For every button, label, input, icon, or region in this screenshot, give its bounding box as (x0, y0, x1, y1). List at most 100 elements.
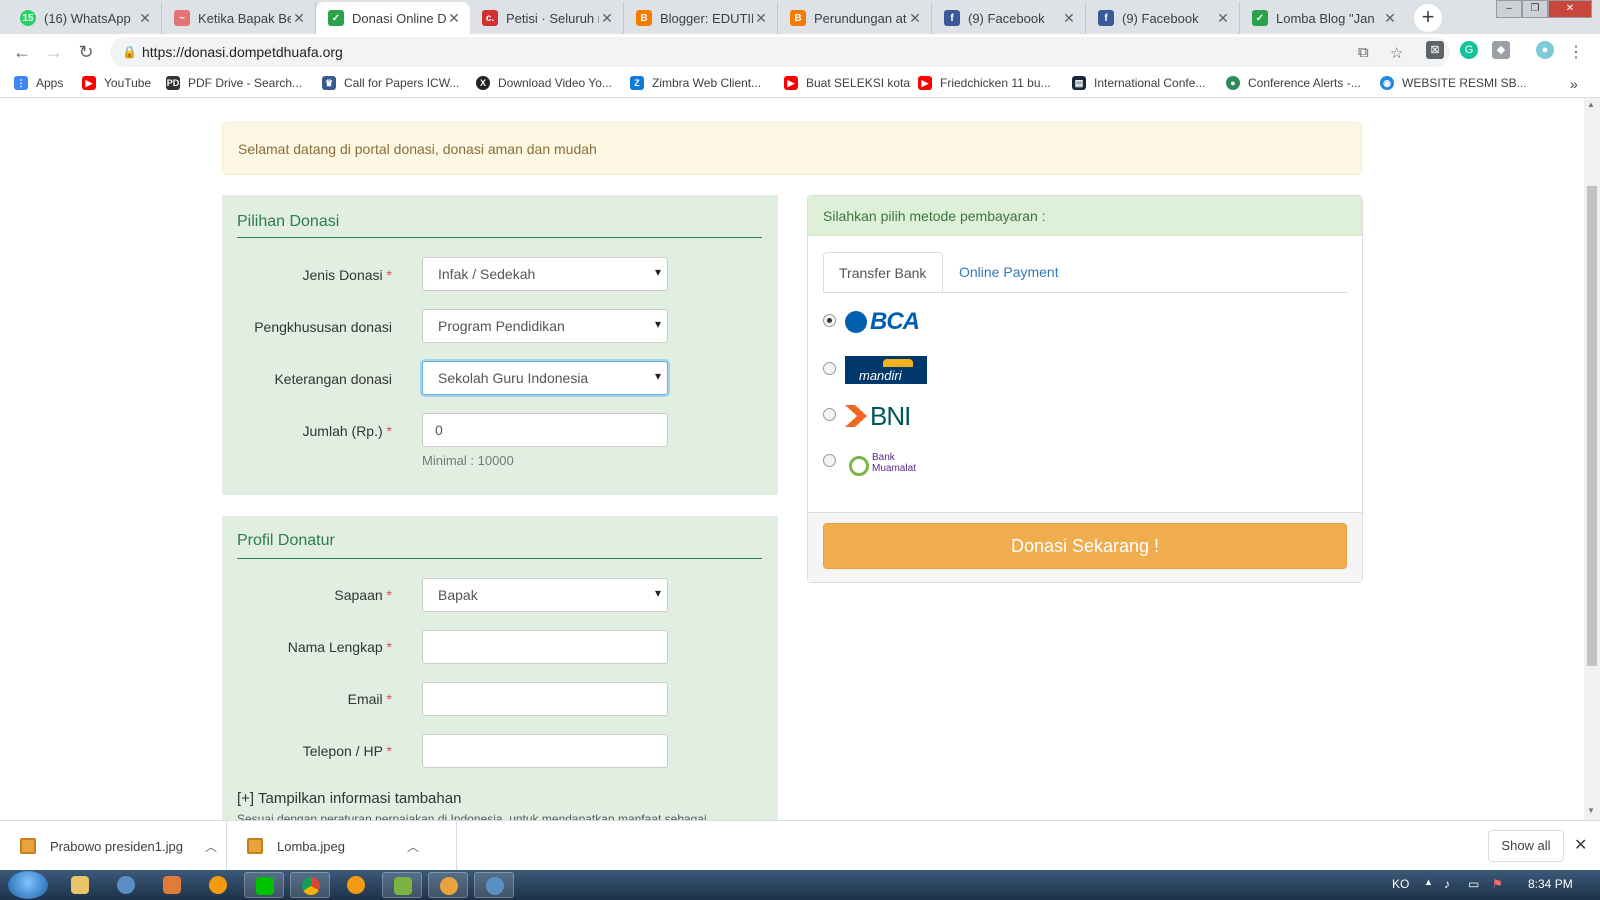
bni-logo[interactable]: BNI (845, 401, 927, 431)
steam2-taskbar-button[interactable] (474, 872, 514, 898)
explorer-taskbar-button[interactable] (60, 872, 100, 898)
tab-lomba-blog[interactable]: ✓ Lomba Blog "Jan ✕ (1240, 2, 1406, 34)
bookmark-international-conference[interactable]: ▤ International Confe... (1072, 76, 1205, 90)
bookmark-website-resmi[interactable]: ◉ WEBSITE RESMI SB... (1380, 76, 1527, 90)
bookmark-conference-alerts[interactable]: ● Conference Alerts -... (1226, 76, 1361, 90)
browser2-taskbar-button[interactable] (428, 872, 468, 898)
url-text: https://donasi.dompetdhuafa.org (142, 44, 343, 60)
tab-facebook-2[interactable]: f (9) Facebook ✕ (1086, 2, 1240, 34)
mandiri-logo[interactable]: mandiri (845, 356, 927, 384)
close-tab-icon[interactable]: ✕ (907, 10, 923, 27)
scroll-thumb[interactable] (1587, 186, 1597, 666)
field-label: Keterangan donasi (274, 371, 392, 387)
close-tab-icon[interactable]: ✕ (1061, 10, 1077, 27)
bookmark-download-video[interactable]: X Download Video Yo... (476, 76, 612, 90)
more-bookmarks-icon[interactable]: » (1570, 76, 1578, 92)
address-bar[interactable]: 🔒 https://donasi.dompetdhuafa.org ⧉ ☆ (110, 37, 1450, 67)
tab-facebook-1[interactable]: f (9) Facebook ✕ (932, 2, 1086, 34)
shield-extension-icon[interactable]: ◆ (1492, 41, 1510, 59)
input-language[interactable]: KO (1392, 877, 1409, 891)
bni-radio[interactable] (823, 408, 836, 421)
tab-blogger[interactable]: B Blogger: EDUTIPS ✕ (624, 2, 778, 34)
tab-donasi-online[interactable]: ✓ Donasi Online Do ✕ (316, 2, 470, 34)
bookmark-call-for-papers[interactable]: ♛ Call for Papers ICW... (322, 76, 459, 90)
chevron-up-icon[interactable]: ︿ (205, 838, 217, 855)
clock[interactable]: 8:34 PM (1528, 877, 1573, 891)
back-button[interactable]: ← (10, 40, 34, 64)
keterangan-donasi-select[interactable]: Sekolah Guru Indonesia (422, 361, 668, 395)
show-hidden-icons-icon[interactable]: ▲ (1424, 877, 1433, 887)
mandiri-wave-icon (883, 359, 913, 367)
window-close-button[interactable]: ✕ (1548, 0, 1592, 18)
network-icon[interactable]: ▭ (1468, 877, 1479, 891)
mandiri-radio[interactable] (823, 362, 836, 375)
tab-perundungan[interactable]: B Perundungan ata ✕ (778, 2, 932, 34)
select-value: Sekolah Guru Indonesia (438, 370, 589, 386)
close-tab-icon[interactable]: ✕ (753, 10, 769, 27)
steam-taskbar-button[interactable] (106, 872, 146, 898)
download-item[interactable]: Lomba.jpeg ︿ (227, 821, 457, 871)
close-tab-icon[interactable]: ✕ (1382, 10, 1398, 27)
tab-transfer-bank[interactable]: Transfer Bank (823, 252, 943, 293)
close-tab-icon[interactable]: ✕ (1215, 10, 1231, 27)
game-taskbar-button[interactable] (198, 872, 238, 898)
close-tab-icon[interactable]: ✕ (599, 10, 615, 27)
show-all-downloads-button[interactable]: Show all (1488, 830, 1564, 862)
uc-taskbar-button[interactable] (382, 872, 422, 898)
bca-radio[interactable] (823, 314, 836, 327)
menu-dots-icon[interactable]: ⋮ (1568, 42, 1584, 62)
media-taskbar-button[interactable] (152, 872, 192, 898)
game2-taskbar-button[interactable] (336, 872, 376, 898)
show-more-info-link[interactable]: [+] Tampilkan informasi tambahan (237, 790, 461, 807)
screenshot-extension-icon[interactable]: ⊠ (1426, 41, 1444, 59)
sapaan-select[interactable]: Bapak (422, 578, 668, 612)
close-tab-icon[interactable]: ✕ (137, 10, 153, 27)
forward-button[interactable]: → (42, 40, 66, 64)
image-file-icon (20, 838, 36, 854)
profile-avatar-icon[interactable]: ● (1536, 41, 1554, 59)
dompet-dhuafa-icon: ✓ (1252, 10, 1268, 26)
email-input[interactable] (422, 682, 668, 716)
donate-now-button[interactable]: Donasi Sekarang ! (823, 523, 1347, 569)
restore-button[interactable]: ❐ (1522, 0, 1548, 18)
bookmark-buat-seleksi[interactable]: ▶ Buat SELEKSI kota (784, 76, 910, 90)
download-item[interactable]: Prabowo presiden1.jpg ︿ (0, 821, 227, 871)
translate-icon[interactable]: ⧉ (1358, 44, 1369, 61)
bookmark-friedchicken[interactable]: ▶ Friedchicken 11 bu... (918, 76, 1051, 90)
bookmark-star-icon[interactable]: ☆ (1390, 44, 1403, 62)
scroll-down-icon[interactable]: ▼ (1587, 806, 1595, 815)
muamalat-logo[interactable]: Bank Muamalat (845, 450, 935, 480)
tab-petisi[interactable]: c. Petisi · Seluruh ra ✕ (470, 2, 624, 34)
minimize-button[interactable]: – (1496, 0, 1522, 18)
close-icon[interactable]: ✕ (1574, 835, 1587, 855)
jumlah-input[interactable]: 0 (422, 413, 668, 447)
jenis-donasi-select[interactable]: Infak / Sedekah (422, 257, 668, 291)
reload-button[interactable]: ↻ (74, 40, 98, 64)
scroll-up-icon[interactable]: ▲ (1587, 100, 1595, 109)
bookmark-pdf-drive[interactable]: PD PDF Drive - Search... (166, 76, 302, 90)
chevron-up-icon[interactable]: ︿ (407, 838, 419, 855)
bookmarks-bar: ⋮ Apps ▶ YouTube PD PDF Drive - Search... ♛… (0, 70, 1600, 98)
bookmark-zimbra[interactable]: Z Zimbra Web Client... (630, 76, 761, 90)
page-scrollbar[interactable]: ▲ ▼ (1584, 98, 1600, 820)
line-taskbar-button[interactable] (244, 872, 284, 898)
chrome-taskbar-button[interactable] (290, 872, 330, 898)
muamalat-radio[interactable] (823, 454, 836, 467)
bookmark-youtube[interactable]: ▶ YouTube (82, 76, 151, 90)
grammarly-icon[interactable]: G (1460, 41, 1478, 59)
zimbra-icon: Z (630, 76, 644, 90)
new-tab-button[interactable]: + (1414, 4, 1442, 32)
bca-logo[interactable]: BCA (845, 308, 929, 336)
tab-whatsapp[interactable]: 15 (16) WhatsApp ✕ (8, 2, 162, 34)
bookmark-apps[interactable]: ⋮ Apps (14, 76, 63, 90)
volume-icon[interactable]: ♪ (1444, 877, 1450, 891)
close-tab-icon[interactable]: ✕ (446, 10, 462, 27)
pengkhususan-donasi-select[interactable]: Program Pendidikan (422, 309, 668, 343)
tab-online-payment[interactable]: Online Payment (944, 252, 1074, 293)
nama-lengkap-input[interactable] (422, 630, 668, 664)
telepon-input[interactable] (422, 734, 668, 768)
close-tab-icon[interactable]: ✕ (291, 10, 307, 27)
start-button[interactable] (8, 871, 48, 899)
action-center-icon[interactable]: ⚑ (1492, 877, 1503, 891)
tab-ketika-bapak[interactable]: ~ Ketika Bapak Berl ✕ (162, 2, 316, 34)
